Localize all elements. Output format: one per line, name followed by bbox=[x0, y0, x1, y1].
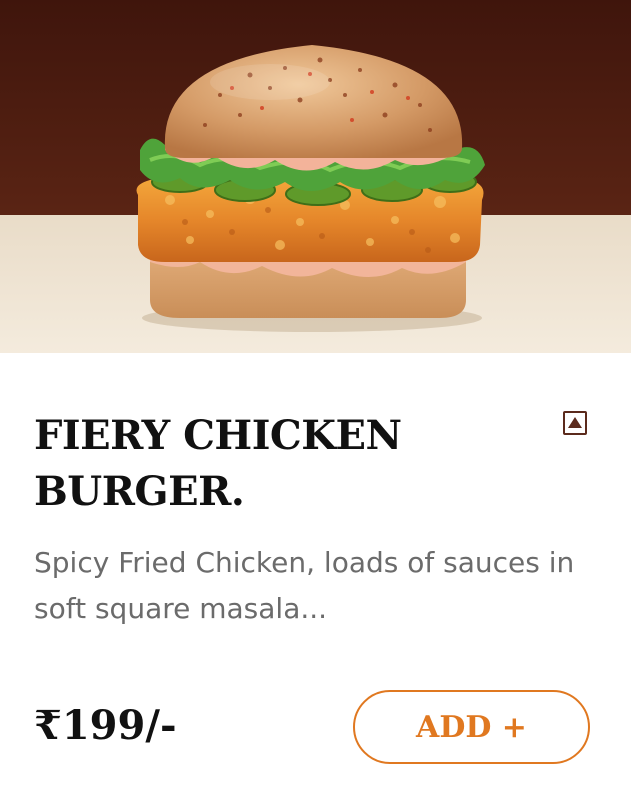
add-to-cart-button[interactable]: ADD + bbox=[353, 690, 590, 764]
product-image[interactable] bbox=[0, 0, 631, 353]
product-title: FIERY CHICKEN BURGER. bbox=[34, 412, 402, 515]
non-veg-icon bbox=[563, 411, 587, 435]
product-card[interactable]: FIERY CHICKEN BURGER. Spicy Fried Chicke… bbox=[0, 0, 631, 797]
triangle-icon bbox=[568, 416, 582, 428]
product-description: Spicy Fried Chicken, loads of sauces in … bbox=[34, 546, 575, 625]
burger-illustration bbox=[0, 0, 631, 353]
product-price: ₹199/- bbox=[34, 702, 177, 749]
